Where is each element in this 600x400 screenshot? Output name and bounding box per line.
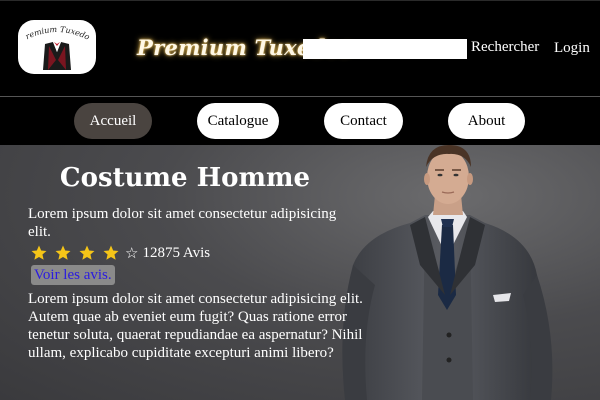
svg-text:Premium Tuxedos: Premium Tuxedos bbox=[18, 20, 91, 42]
logo-text: Premium Tuxedos bbox=[18, 20, 91, 42]
nav-item-accueil[interactable]: Accueil bbox=[74, 103, 152, 139]
brand-logo[interactable]: Premium Tuxedos bbox=[18, 20, 96, 74]
search-input[interactable] bbox=[303, 39, 467, 59]
login-button[interactable]: Login bbox=[554, 40, 590, 57]
nav-item-catalogue[interactable]: Catalogue bbox=[197, 103, 279, 139]
main-nav: Accueil Catalogue Contact About bbox=[0, 97, 600, 145]
review-count: 12875 Avis bbox=[142, 244, 211, 261]
nav-item-contact[interactable]: Contact bbox=[324, 103, 403, 139]
see-reviews-link[interactable]: Voir les avis. bbox=[31, 265, 115, 285]
hero-section: Costume Homme Lorem ipsum dolor sit amet… bbox=[0, 145, 600, 400]
product-description: Lorem ipsum dolor sit amet consectetur a… bbox=[28, 291, 363, 361]
star-icon bbox=[103, 245, 119, 260]
product-rating: ☆ 12875 Avis bbox=[30, 243, 210, 263]
star-icon bbox=[79, 245, 95, 260]
search-button[interactable]: Rechercher bbox=[471, 39, 539, 56]
star-icon bbox=[55, 245, 71, 260]
product-intro: Lorem ipsum dolor sit amet consectetur a… bbox=[28, 206, 337, 240]
site-header: Premium Tuxedos Premium Tuxedos Recherch… bbox=[0, 0, 600, 96]
product-title: Costume Homme bbox=[59, 163, 311, 193]
tuxedo-logo-icon: Premium Tuxedos bbox=[18, 20, 91, 70]
nav-item-about[interactable]: About bbox=[448, 103, 525, 139]
star-outline-icon: ☆ bbox=[125, 245, 139, 262]
star-icon bbox=[31, 245, 47, 260]
